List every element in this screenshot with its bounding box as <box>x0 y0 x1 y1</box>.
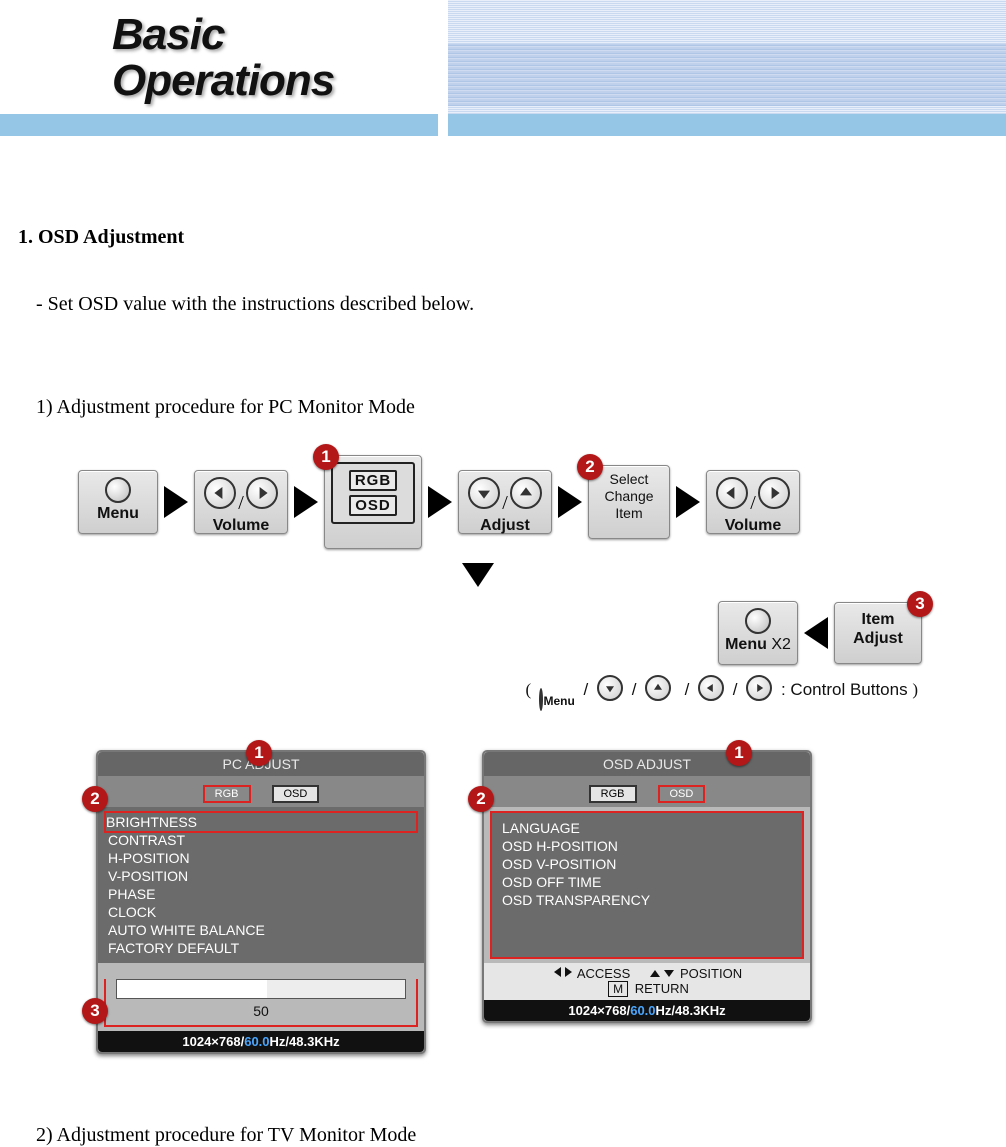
pc-item: FACTORY DEFAULT <box>108 939 414 957</box>
arrow-right-icon <box>558 486 582 518</box>
control-buttons-text: : Control Buttons <box>781 680 908 699</box>
pc-item: V-POSITION <box>108 867 414 885</box>
mini-left-icon <box>698 675 724 701</box>
flow-adjust-label: Adjust <box>459 517 551 535</box>
flow-select-change-item: 2 Select Change Item <box>588 465 670 539</box>
header-underline-left <box>0 114 438 136</box>
pc-slider <box>116 979 406 999</box>
pc-badge-3: 3 <box>82 998 108 1024</box>
rgb-tag: RGB <box>349 470 397 491</box>
flow-diagram: Menu / Volume 1 RGBOSD / Adjust 2 Select… <box>78 455 918 710</box>
circle-icon <box>745 608 771 634</box>
doc-header: Basic Operations <box>0 0 1006 136</box>
osd-item: OSD H-POSITION <box>502 837 792 855</box>
sci-change: Change <box>589 488 669 504</box>
osd-item: LANGUAGE <box>502 819 792 837</box>
mini-menu-icon: Menu <box>539 690 574 710</box>
osd-tab-bar: RGB OSD <box>484 776 810 807</box>
ia-item: Item <box>835 611 921 629</box>
flow-rgb-osd-screen: 1 RGBOSD <box>324 455 422 549</box>
arrow-down-icon <box>462 563 494 587</box>
down-arrow-icon <box>468 477 500 509</box>
step-badge-1: 1 <box>313 444 339 470</box>
header-title: Basic Operations <box>0 0 438 104</box>
osd-badge-2: 2 <box>468 786 494 812</box>
osd-item: OSD V-POSITION <box>502 855 792 873</box>
sci-item: Item <box>589 505 669 521</box>
circle-icon <box>105 477 131 503</box>
pc-slider-value: 50 <box>106 1003 416 1019</box>
flow-menu-x2-label: Menu <box>719 636 797 654</box>
left-arrow-icon <box>716 477 748 509</box>
pc-tab-bar: RGB OSD <box>98 776 424 807</box>
osd-item: OSD TRANSPARENCY <box>502 891 792 909</box>
header-stripe-bg <box>438 0 1006 114</box>
section-intro: - Set OSD value with the instructions de… <box>36 293 988 316</box>
osd-adjust-window: 1 2 OSD ADJUST RGB OSD LANGUAGE OSD H-PO… <box>482 750 812 1054</box>
pc-tab-rgb: RGB <box>203 785 251 803</box>
pc-footer: 1024×768/60.0Hz/48.3KHz <box>98 1031 424 1052</box>
pc-item: AUTO WHITE BALANCE <box>108 921 414 939</box>
pc-item: PHASE <box>108 885 414 903</box>
procedure-1-heading: 1) Adjustment procedure for PC Monitor M… <box>36 396 988 419</box>
flow-item-adjust: 3 Item Adjust <box>834 602 922 664</box>
arrow-left-icon <box>804 617 828 649</box>
m-key-icon: M <box>608 981 628 997</box>
right-arrow-icon <box>246 477 278 509</box>
osd-tag: OSD <box>349 495 397 516</box>
section-heading: 1. OSD Adjustment <box>18 226 988 249</box>
control-buttons-legend: ( Menu / / / / : Control Buttons ) <box>178 675 918 710</box>
pc-tab-osd: OSD <box>272 785 320 803</box>
step-badge-2: 2 <box>577 454 603 480</box>
pc-menu-list: BRIGHTNESS CONTRAST H-POSITION V-POSITIO… <box>98 807 424 963</box>
arrow-right-icon <box>164 486 188 518</box>
osd-item: OSD OFF TIME <box>502 873 792 891</box>
flow-menu-button: Menu <box>78 470 158 534</box>
flow-volume-button-2: / Volume <box>706 470 800 534</box>
ia-adjust: Adjust <box>835 630 921 648</box>
osd-screenshots: 1 2 3 PC ADJUST RGB OSD BRIGHTNESS CONTR… <box>96 750 988 1054</box>
osd-legend: ACCESS POSITION M RETURN <box>484 963 810 1000</box>
up-arrow-icon <box>510 477 542 509</box>
osd-tab-osd: OSD <box>658 785 706 803</box>
pc-badge-2: 2 <box>82 786 108 812</box>
header-column-gap <box>438 0 448 136</box>
arrow-right-icon <box>676 486 700 518</box>
mini-right-icon <box>746 675 772 701</box>
header-title-area: Basic Operations <box>0 0 438 114</box>
left-arrow-icon <box>204 477 236 509</box>
arrow-right-icon <box>428 486 452 518</box>
right-arrow-icon <box>758 477 790 509</box>
mini-up-icon <box>645 675 671 701</box>
procedure-2-heading: 2) Adjustment procedure for TV Monitor M… <box>36 1124 988 1147</box>
pc-item: CLOCK <box>108 903 414 921</box>
osd-adjust-title: OSD ADJUST <box>484 752 810 776</box>
osd-menu-list: LANGUAGE OSD H-POSITION OSD V-POSITION O… <box>490 811 804 959</box>
pc-adjust-window: 1 2 3 PC ADJUST RGB OSD BRIGHTNESS CONTR… <box>96 750 426 1054</box>
flow-volume-label: Volume <box>195 517 287 535</box>
mini-down-icon <box>597 675 623 701</box>
header-title-line1: Basic <box>112 10 224 59</box>
pc-item: BRIGHTNESS <box>106 814 197 830</box>
osd-tab-rgb: RGB <box>589 785 637 803</box>
arrow-right-icon <box>294 486 318 518</box>
osd-badge-1: 1 <box>726 740 752 766</box>
header-title-line2: Operations <box>112 56 334 105</box>
pc-item: CONTRAST <box>108 831 414 849</box>
flow-menu-label: Menu <box>79 505 157 523</box>
flow-volume-button: / Volume <box>194 470 288 534</box>
flow-menu-x2-button: Menu <box>718 601 798 665</box>
osd-footer: 1024×768/60.0Hz/48.3KHz <box>484 1000 810 1021</box>
pc-item: H-POSITION <box>108 849 414 867</box>
header-underline-right <box>438 114 1006 136</box>
flow-volume-label-2: Volume <box>707 517 799 535</box>
pc-badge-1: 1 <box>246 740 272 766</box>
flow-adjust-button: / Adjust <box>458 470 552 534</box>
step-badge-3: 3 <box>907 591 933 617</box>
